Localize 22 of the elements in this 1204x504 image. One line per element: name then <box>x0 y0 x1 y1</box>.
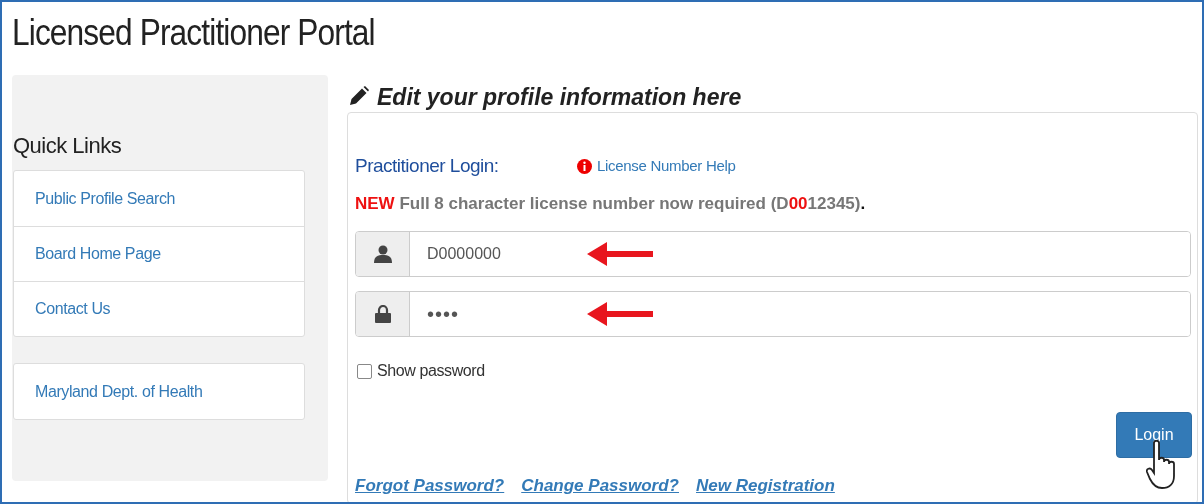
notice-text: NEW Full 8 character license number now required (D0012345). <box>355 193 866 215</box>
password-field[interactable]: •••• <box>355 291 1191 337</box>
sidebar-link[interactable]: Maryland Dept. of Health <box>14 364 304 419</box>
info-icon <box>577 158 592 174</box>
sidebar-link[interactable]: Board Home Page <box>14 226 304 281</box>
arrow-icon <box>587 302 653 326</box>
login-label: Practitioner Login: <box>355 154 500 178</box>
footer-link[interactable]: Change Password? <box>521 473 679 499</box>
sidebar-link[interactable]: Contact Us <box>14 281 304 336</box>
section-heading: Edit your profile information here <box>377 83 742 112</box>
help-link[interactable]: License Number Help <box>597 155 736 178</box>
page-title: Licensed Practitioner Portal <box>12 11 375 55</box>
sidebar-heading: Quick Links <box>13 132 122 160</box>
footer-link[interactable]: New Registration <box>696 473 835 499</box>
lock-icon <box>374 305 391 323</box>
username-field[interactable]: D0000000 <box>355 231 1191 277</box>
footer-link[interactable]: Forgot Password? <box>355 473 505 499</box>
show-password-checkbox[interactable] <box>357 363 372 379</box>
user-icon <box>373 245 392 263</box>
checkbox-label: Show password <box>377 361 485 381</box>
sidebar-link[interactable]: Public Profile Search <box>14 171 304 226</box>
arrow-icon <box>587 242 653 266</box>
